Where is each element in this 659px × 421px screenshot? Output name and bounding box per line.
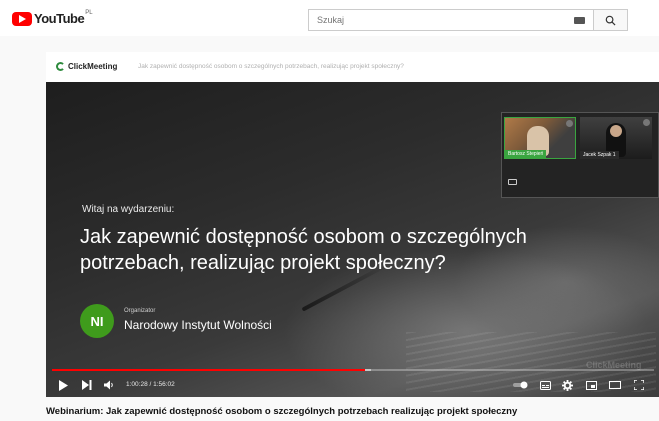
- organizer-name: Narodowy Instytut Wolności: [124, 318, 272, 332]
- clickmeeting-brand: ClickMeeting: [68, 62, 118, 71]
- welcome-text: Witaj na wydarzeniu:: [82, 204, 175, 215]
- youtube-logo[interactable]: YouTube PL: [12, 9, 93, 26]
- autoplay-toggle-icon: [513, 381, 528, 389]
- fullscreen-button[interactable]: [632, 378, 646, 392]
- youtube-header: YouTube PL: [0, 0, 659, 36]
- miniplayer-button[interactable]: [584, 378, 598, 392]
- keyboard-icon[interactable]: [574, 17, 585, 24]
- mic-icon: [566, 120, 573, 127]
- subtitles-button[interactable]: [538, 378, 552, 392]
- video-title: Webinarium: Jak zapewnić dostępność osob…: [46, 406, 518, 417]
- search-input[interactable]: [309, 15, 559, 25]
- clickmeeting-top-bar: ClickMeeting Jak zapewnić dostępność oso…: [46, 52, 659, 82]
- organizer-label: Organizator: [124, 308, 156, 314]
- webcam-panel: Bartosz Stepień Jacek Szpak 1: [501, 112, 659, 198]
- next-icon: [82, 380, 92, 390]
- play-icon: [59, 379, 68, 391]
- participant-face: [610, 125, 622, 137]
- camera-icon[interactable]: [508, 179, 517, 185]
- time-display: 1:00:28 / 1:56:02: [126, 381, 175, 388]
- miniplayer-icon: [585, 380, 597, 390]
- theater-mode-button[interactable]: [608, 378, 622, 392]
- search-button[interactable]: [594, 9, 628, 31]
- organizer-avatar: NI: [80, 304, 114, 338]
- autoplay-toggle[interactable]: [512, 378, 530, 392]
- gear-icon: [561, 379, 573, 391]
- search-icon: [605, 15, 616, 26]
- youtube-play-icon: [12, 11, 32, 26]
- progress-bar[interactable]: [52, 369, 654, 371]
- region-code: PL: [85, 9, 93, 16]
- next-button[interactable]: [80, 378, 94, 392]
- video-player[interactable]: ClickMeeting Jak zapewnić dostępność oso…: [46, 52, 659, 397]
- clickmeeting-logo-icon: [56, 62, 65, 71]
- volume-button[interactable]: [102, 378, 116, 392]
- camera-name: Bartosz Stepień: [505, 150, 547, 158]
- volume-icon: [104, 380, 113, 390]
- subtitles-icon: [539, 380, 551, 390]
- settings-button[interactable]: [560, 378, 574, 392]
- theater-mode-icon: [609, 381, 621, 389]
- event-main-title: Jak zapewnić dostępność osobom o szczegó…: [80, 226, 527, 274]
- camera-tile: Jacek Szpak 1: [580, 117, 652, 159]
- camera-name: Jacek Szpak 1: [580, 151, 619, 159]
- camera-tile: Bartosz Stepień: [504, 117, 576, 159]
- clickmeeting-logo: ClickMeeting: [56, 62, 117, 71]
- mic-icon: [643, 119, 650, 126]
- event-title-small: Jak zapewnić dostępność osobom o szczegó…: [138, 63, 404, 70]
- progress-fill: [52, 369, 366, 371]
- play-button[interactable]: [56, 378, 70, 392]
- youtube-logo-text: YouTube: [34, 11, 85, 26]
- fullscreen-icon: [634, 380, 644, 390]
- search-box: [308, 9, 594, 31]
